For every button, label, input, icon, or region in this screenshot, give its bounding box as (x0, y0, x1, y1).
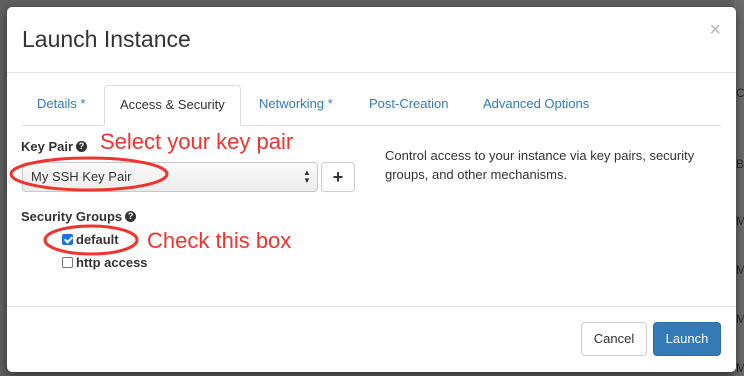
background-text: MB (736, 361, 744, 375)
checkbox-http-access[interactable] (62, 257, 73, 268)
security-group-http-access-label: http access (76, 255, 148, 270)
tab-advanced-options[interactable]: Advanced Options (468, 85, 604, 123)
question-circle-icon[interactable]: ? (76, 141, 88, 153)
tab-access-security[interactable]: Access & Security (104, 85, 241, 126)
tab-bar: Details * Access & Security Networking *… (22, 85, 721, 126)
tab-post-creation[interactable]: Post-Creation (354, 85, 463, 123)
tab-details[interactable]: Details * (22, 85, 100, 123)
security-group-default-label: default (76, 232, 119, 247)
plus-icon: + (332, 167, 344, 187)
security-group-default[interactable]: default (62, 232, 119, 247)
security-group-http-access[interactable]: http access (62, 255, 148, 270)
key-pair-label-group: Key Pair? (21, 138, 88, 156)
key-pair-label: Key Pair (21, 139, 74, 154)
security-groups-label-group: Security Groups? (21, 208, 137, 226)
background-text: MB (736, 214, 744, 228)
modal-header: Launch Instance × (7, 7, 736, 73)
annotation-check-this-box: Check this box (147, 228, 292, 253)
modal-title: Launch Instance (22, 26, 191, 52)
add-key-pair-button[interactable]: + (321, 162, 355, 192)
background-text: C (736, 86, 744, 100)
close-icon[interactable]: × (709, 20, 721, 40)
tab-networking[interactable]: Networking * (244, 85, 348, 123)
key-pair-select[interactable]: My SSH Key Pair ▲ ▼ (22, 162, 318, 192)
background-text: MB (736, 263, 744, 277)
security-groups-label: Security Groups (21, 209, 123, 224)
access-help-text: Control access to your instance via key … (385, 148, 695, 182)
background-text: MB (736, 312, 744, 326)
launch-button[interactable]: Launch (653, 322, 721, 356)
annotation-select-key-pair: Select your key pair (100, 129, 294, 154)
launch-instance-modal: Launch Instance × Details * Access & Sec… (7, 7, 736, 372)
background-text: B (736, 157, 744, 171)
chevron-updown-icon: ▲ ▼ (303, 168, 311, 185)
question-circle-icon[interactable]: ? (125, 211, 137, 223)
modal-footer: Cancel Launch (7, 306, 736, 372)
cancel-button[interactable]: Cancel (581, 322, 647, 356)
checkbox-default[interactable] (62, 234, 73, 245)
key-pair-selected-value: My SSH Key Pair (31, 169, 132, 184)
